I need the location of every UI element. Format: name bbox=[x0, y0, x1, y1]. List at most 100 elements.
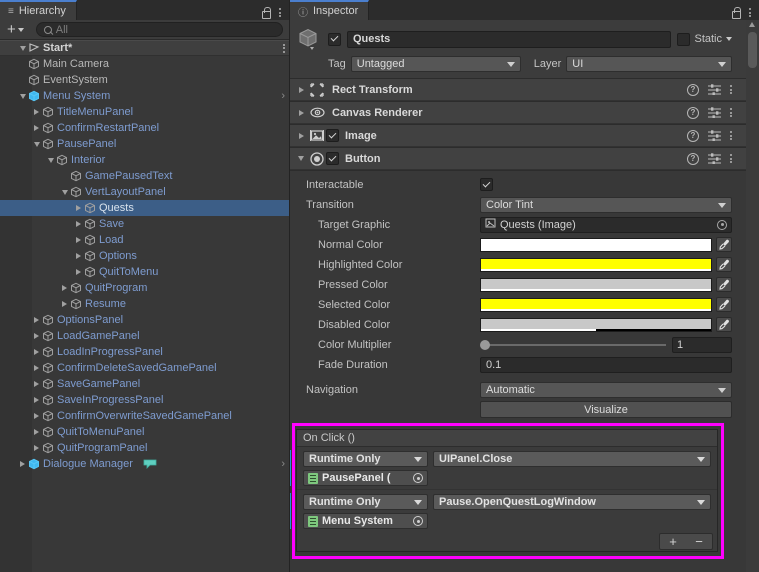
search-input[interactable]: All bbox=[35, 22, 283, 37]
hierarchy-item-loadgamepanel[interactable]: LoadGamePanel bbox=[0, 328, 289, 344]
lock-icon[interactable] bbox=[261, 7, 271, 19]
expand-arrow[interactable] bbox=[73, 205, 84, 211]
preset-sliders-icon[interactable] bbox=[708, 130, 721, 142]
hierarchy-item-optionspanel[interactable]: OptionsPanel bbox=[0, 312, 289, 328]
pressed-color-swatch[interactable] bbox=[480, 277, 712, 292]
expand-arrow[interactable] bbox=[31, 125, 42, 131]
onclick-function-dropdown-1[interactable]: UIPanel.Close bbox=[433, 451, 711, 467]
onclick-mode-dropdown-1[interactable]: Runtime Only bbox=[303, 451, 428, 467]
component-header-rect-transform[interactable]: Rect Transform? bbox=[290, 79, 746, 101]
transition-dropdown[interactable]: Color Tint bbox=[480, 196, 732, 213]
onclick-function-dropdown-2[interactable]: Pause.OpenQuestLogWindow bbox=[433, 494, 711, 510]
component-enabled-checkbox[interactable] bbox=[326, 129, 339, 142]
hierarchy-item-load[interactable]: Load bbox=[0, 232, 289, 248]
kebab-menu-icon[interactable] bbox=[279, 8, 281, 17]
normal-color-swatch[interactable] bbox=[480, 237, 712, 252]
component-header-image[interactable]: Image? bbox=[290, 125, 746, 147]
inspector-scrollbar[interactable] bbox=[746, 20, 759, 572]
expand-arrow[interactable] bbox=[31, 413, 42, 419]
selected-color-swatch[interactable] bbox=[480, 297, 712, 312]
hierarchy-item-resume[interactable]: Resume bbox=[0, 296, 289, 312]
hierarchy-item-options[interactable]: Options bbox=[0, 248, 289, 264]
component-kebab-menu-icon[interactable] bbox=[730, 108, 732, 117]
expand-arrow[interactable] bbox=[73, 269, 84, 275]
hierarchy-item-loadinprogresspanel[interactable]: LoadInProgressPanel bbox=[0, 344, 289, 360]
scrollbar-thumb[interactable] bbox=[748, 32, 757, 68]
static-checkbox[interactable] bbox=[677, 32, 691, 46]
navigation-dropdown[interactable]: Automatic bbox=[480, 381, 732, 398]
help-icon[interactable]: ? bbox=[687, 152, 699, 165]
visualize-button[interactable]: Visualize bbox=[480, 401, 732, 418]
hierarchy-item-vertlayoutpanel[interactable]: VertLayoutPanel bbox=[0, 184, 289, 200]
prefab-open-chevron-icon[interactable]: › bbox=[275, 458, 285, 470]
expand-arrow[interactable] bbox=[17, 93, 28, 99]
gameobject-name-field[interactable]: Quests bbox=[347, 30, 672, 48]
hierarchy-item-quitprogram[interactable]: QuitProgram bbox=[0, 280, 289, 296]
expand-arrow[interactable] bbox=[59, 301, 70, 307]
component-header-canvas-renderer[interactable]: Canvas Renderer? bbox=[290, 102, 746, 124]
hierarchy-item-quittomenupanel[interactable]: QuitToMenuPanel bbox=[0, 424, 289, 440]
scene-kebab-icon[interactable] bbox=[277, 43, 285, 53]
expand-arrow[interactable] bbox=[73, 237, 84, 243]
expand-arrow[interactable] bbox=[31, 381, 42, 387]
gameobject-enabled-checkbox[interactable] bbox=[328, 32, 341, 46]
eyedropper-icon[interactable] bbox=[716, 257, 732, 272]
component-expand-arrow[interactable] bbox=[294, 156, 308, 161]
add-gameobject-button[interactable]: + bbox=[4, 22, 27, 38]
hierarchy-item-titlemenupanel[interactable]: TitleMenuPanel bbox=[0, 104, 289, 120]
layer-dropdown[interactable]: UI bbox=[566, 56, 732, 72]
expand-arrow[interactable] bbox=[17, 461, 28, 467]
help-icon[interactable]: ? bbox=[687, 129, 699, 142]
object-picker-icon[interactable] bbox=[413, 516, 423, 526]
expand-arrow[interactable] bbox=[31, 397, 42, 403]
hierarchy-item-quittomenu[interactable]: QuitToMenu bbox=[0, 264, 289, 280]
color-multiplier-slider[interactable] bbox=[480, 339, 666, 350]
expand-arrow[interactable] bbox=[45, 157, 56, 163]
component-header-button[interactable]: Button? bbox=[290, 148, 746, 170]
component-enabled-checkbox[interactable] bbox=[326, 152, 339, 165]
expand-arrow[interactable] bbox=[31, 317, 42, 323]
expand-arrow[interactable] bbox=[59, 285, 70, 291]
component-expand-arrow[interactable] bbox=[294, 109, 308, 116]
hierarchy-item-main-camera[interactable]: Main Camera bbox=[0, 56, 289, 72]
expand-arrow[interactable] bbox=[59, 189, 70, 195]
eyedropper-icon[interactable] bbox=[716, 317, 732, 332]
add-listener-button[interactable]: + bbox=[660, 534, 686, 549]
color-multiplier-value[interactable]: 1 bbox=[672, 336, 732, 353]
hierarchy-item-quests[interactable]: Quests bbox=[0, 200, 289, 216]
onclick-target-objectfield-2[interactable]: Menu System bbox=[303, 513, 428, 529]
help-icon[interactable]: ? bbox=[687, 83, 699, 96]
expand-arrow[interactable] bbox=[31, 349, 42, 355]
slider-knob[interactable] bbox=[480, 339, 490, 350]
tab-inspector[interactable]: ⓘ Inspector bbox=[290, 0, 370, 20]
hierarchy-item-dialogue-manager[interactable]: Dialogue Manager › bbox=[0, 456, 289, 472]
component-kebab-menu-icon[interactable] bbox=[730, 131, 732, 140]
preset-sliders-icon[interactable] bbox=[708, 153, 721, 165]
expand-arrow[interactable] bbox=[31, 141, 42, 147]
interactable-checkbox[interactable] bbox=[480, 178, 493, 191]
fade-duration-value[interactable]: 0.1 bbox=[480, 356, 732, 373]
component-expand-arrow[interactable] bbox=[294, 86, 308, 93]
prefab-open-chevron-icon[interactable]: › bbox=[275, 90, 285, 102]
highlighted-color-swatch[interactable] bbox=[480, 257, 712, 272]
inspector-lock-icon[interactable] bbox=[731, 7, 741, 19]
component-kebab-menu-icon[interactable] bbox=[730, 85, 732, 94]
hierarchy-tree[interactable]: Start* Main Camera EventSystem Menu System… bbox=[0, 40, 289, 572]
tab-hierarchy[interactable]: ≡ Hierarchy bbox=[0, 0, 77, 20]
onclick-target-objectfield-1[interactable]: PausePanel ( bbox=[303, 470, 428, 486]
hierarchy-item-pausepanel[interactable]: PausePanel bbox=[0, 136, 289, 152]
help-icon[interactable]: ? bbox=[687, 106, 699, 119]
eyedropper-icon[interactable] bbox=[716, 237, 732, 252]
inspector-kebab-menu-icon[interactable] bbox=[749, 8, 751, 17]
expand-arrow[interactable] bbox=[73, 221, 84, 227]
object-picker-icon[interactable] bbox=[717, 219, 727, 230]
hierarchy-item-confirmoverwritesavedgamepanel[interactable]: ConfirmOverwriteSavedGamePanel bbox=[0, 408, 289, 424]
preset-sliders-icon[interactable] bbox=[708, 84, 721, 96]
expand-arrow[interactable] bbox=[31, 429, 42, 435]
expand-arrow[interactable] bbox=[31, 445, 42, 451]
eyedropper-icon[interactable] bbox=[716, 297, 732, 312]
disabled-color-swatch[interactable] bbox=[480, 317, 712, 332]
scroll-up-arrow-icon[interactable] bbox=[749, 22, 755, 27]
target-graphic-objectfield[interactable]: Quests (Image) bbox=[480, 216, 732, 233]
hierarchy-item-menu-system[interactable]: Menu System › bbox=[0, 88, 289, 104]
